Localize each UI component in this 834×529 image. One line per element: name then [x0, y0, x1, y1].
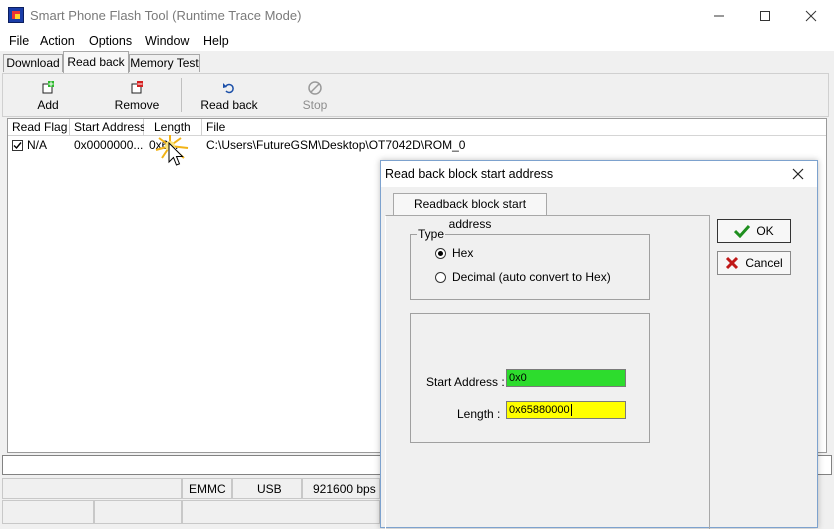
stop-icon	[308, 81, 322, 95]
type-groupbox: Type Hex Decimal (auto convert to Hex)	[410, 227, 650, 300]
ok-label: OK	[756, 224, 774, 238]
close-icon	[805, 10, 817, 21]
radio-hex-label: Hex	[452, 246, 474, 260]
stop-label: Stop	[302, 98, 328, 112]
menu-window[interactable]: Window	[145, 34, 189, 48]
radio-hex[interactable]	[435, 248, 446, 259]
radio-decimal[interactable]	[435, 272, 446, 283]
maximize-button[interactable]	[742, 0, 788, 31]
length-label: Length :	[457, 407, 501, 421]
add-label: Add	[37, 98, 59, 112]
start-address-label: Start Address :	[426, 375, 505, 389]
mouse-cursor-icon	[168, 142, 184, 166]
menu-help[interactable]: Help	[203, 34, 229, 48]
add-button[interactable]: Add	[25, 80, 71, 112]
check-icon	[734, 224, 751, 238]
read-back-button[interactable]: Read back	[198, 80, 260, 112]
app-icon	[8, 7, 24, 23]
row-flag: N/A	[27, 138, 48, 152]
status-baud: 921600 bps	[302, 478, 380, 499]
status-port: USB	[232, 478, 302, 499]
row-checkbox[interactable]	[12, 140, 23, 151]
status-cell-2a	[2, 500, 94, 524]
status-cell-2b	[94, 500, 182, 524]
dialog-title: Read back block start address	[385, 167, 554, 181]
remove-icon	[131, 81, 143, 94]
status-storage: EMMC	[182, 478, 232, 499]
cancel-x-icon	[726, 256, 739, 270]
status-cell-2c	[182, 500, 380, 524]
toolbar: Add Remove Read back Stop	[2, 73, 829, 117]
tab-strip: Download Read back Memory Test	[0, 51, 834, 73]
menu-action[interactable]: Action	[40, 34, 75, 48]
title-bar: Smart Phone Flash Tool (Runtime Trace Mo…	[0, 0, 834, 31]
dialog-title-bar: Read back block start address	[381, 161, 817, 187]
read-back-label: Read back	[200, 98, 258, 112]
stop-button[interactable]: Stop	[295, 80, 335, 112]
add-icon	[42, 81, 54, 94]
start-address-input[interactable]: 0x0	[506, 369, 626, 387]
row-start-address: 0x0000000...	[74, 138, 144, 152]
type-legend: Type	[417, 227, 446, 241]
cancel-label: Cancel	[745, 256, 783, 270]
col-read-flag[interactable]: Read Flag	[8, 119, 70, 136]
tab-download[interactable]: Download	[3, 54, 63, 72]
dialog-tab-panel: Type Hex Decimal (auto convert to Hex) S…	[385, 215, 710, 529]
length-input[interactable]: 0x65880000	[506, 401, 626, 419]
row-file: C:\Users\FutureGSM\Desktop\OT7042D\ROM_0	[206, 138, 466, 152]
dialog-tab[interactable]: Readback block start address	[393, 193, 547, 231]
menu-options[interactable]: Options	[89, 34, 132, 48]
remove-button[interactable]: Remove	[109, 80, 165, 112]
address-groupbox: Start Address : 0x0 Length : 0x65880000	[410, 313, 650, 443]
menu-file[interactable]: File	[9, 34, 29, 48]
ok-button[interactable]: OK	[717, 219, 791, 243]
window-title: Smart Phone Flash Tool (Runtime Trace Mo…	[30, 8, 302, 23]
undo-arrow-icon	[223, 83, 234, 94]
col-start-address[interactable]: Start Address	[70, 119, 146, 136]
length-input-value: 0x65880000	[509, 404, 570, 416]
checkmark-icon	[13, 142, 22, 150]
close-button[interactable]	[788, 0, 834, 31]
toolbar-separator	[181, 78, 182, 112]
radio-decimal-label: Decimal (auto convert to Hex)	[452, 270, 611, 284]
col-file[interactable]: File	[202, 119, 826, 136]
readback-address-dialog: Read back block start address Readback b…	[380, 160, 818, 529]
maximize-icon	[760, 10, 770, 21]
minimize-button[interactable]	[696, 0, 742, 31]
status-cell-empty	[2, 478, 182, 499]
remove-label: Remove	[114, 98, 160, 112]
tab-read-back[interactable]: Read back	[63, 51, 129, 73]
tab-memory-test[interactable]: Memory Test	[129, 54, 200, 72]
minimize-icon	[714, 15, 724, 16]
cancel-button[interactable]: Cancel	[717, 251, 791, 275]
dialog-close-icon[interactable]	[790, 166, 806, 182]
menu-bar: File Action Options Window Help	[0, 31, 834, 51]
